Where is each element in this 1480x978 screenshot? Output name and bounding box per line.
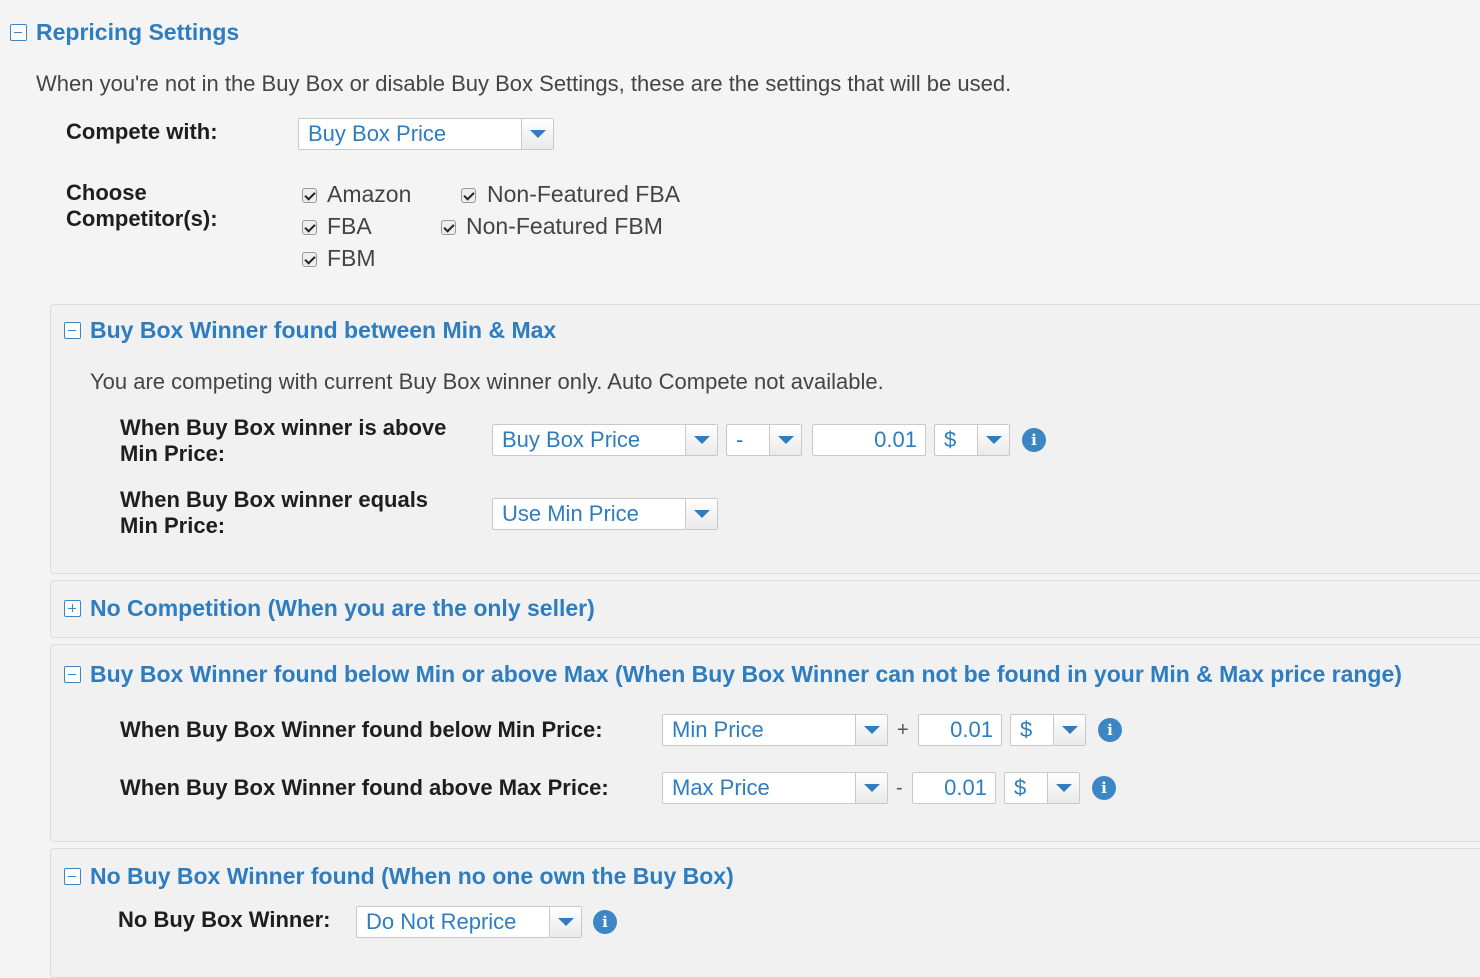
equals-min-value: Use Min Price — [502, 501, 639, 526]
checkbox-label-fba: FBA — [327, 213, 372, 239]
chevron-down-icon — [855, 773, 887, 803]
above-max-price-value: Max Price — [672, 775, 770, 800]
repricing-description: When you're not in the Buy Box or disabl… — [36, 71, 1012, 96]
below-min-price-select[interactable]: Min Price — [662, 714, 888, 746]
collapse-icon[interactable] — [64, 666, 81, 683]
above-min-price-select[interactable]: Buy Box Price — [492, 424, 718, 456]
checkbox-non-featured-fba[interactable] — [461, 188, 476, 203]
above-max-label: When Buy Box Winner found above Max Pric… — [120, 775, 609, 800]
checkbox-label-non-featured-fbm: Non-Featured FBM — [466, 213, 663, 239]
above-min-unit-select[interactable]: $ — [934, 424, 1010, 456]
expand-icon[interactable] — [64, 600, 81, 617]
no-winner-value: Do Not Reprice — [366, 909, 517, 934]
chevron-down-icon — [1047, 773, 1079, 803]
checkbox-label-fbm: FBM — [327, 245, 376, 271]
section-title-outside-range[interactable]: Buy Box Winner found below Min or above … — [90, 660, 1402, 688]
above-max-unit-select[interactable]: $ — [1004, 772, 1080, 804]
above-max-amount-input[interactable]: 0.01 — [912, 772, 996, 804]
above-min-label-line2: Min Price: — [120, 441, 226, 466]
compete-with-value: Buy Box Price — [308, 121, 447, 146]
collapse-icon[interactable] — [10, 24, 27, 41]
section-title-between[interactable]: Buy Box Winner found between Min & Max — [90, 316, 556, 344]
below-min-price-value: Min Price — [672, 717, 764, 742]
above-min-operator-select[interactable]: - — [726, 424, 802, 456]
above-min-unit-value: $ — [944, 427, 957, 452]
checkbox-label-non-featured-fba: Non-Featured FBA — [487, 181, 681, 207]
info-icon[interactable]: i — [1092, 776, 1116, 800]
checkbox-amazon[interactable] — [302, 188, 317, 203]
chevron-down-icon — [1053, 715, 1085, 745]
equals-min-label-line2: Min Price: — [120, 513, 226, 538]
chevron-down-icon — [685, 499, 717, 529]
checkbox-fbm[interactable] — [302, 252, 317, 267]
above-min-amount-input[interactable]: 0.01 — [812, 424, 926, 456]
equals-min-select[interactable]: Use Min Price — [492, 498, 718, 530]
chevron-down-icon — [685, 425, 717, 455]
chevron-down-icon — [977, 425, 1009, 455]
below-min-unit-select[interactable]: $ — [1010, 714, 1086, 746]
chevron-down-icon — [521, 119, 553, 149]
between-description: You are competing with current Buy Box w… — [90, 369, 884, 394]
collapse-icon[interactable] — [64, 868, 81, 885]
section-title-no-competition[interactable]: No Competition (When you are the only se… — [90, 594, 595, 622]
choose-competitors-label: Choose — [66, 180, 147, 205]
above-max-price-select[interactable]: Max Price — [662, 772, 888, 804]
choose-competitors-label-line2: Competitor(s): — [66, 206, 218, 231]
info-icon[interactable]: i — [1022, 428, 1046, 452]
above-min-label: When Buy Box winner is above — [120, 415, 447, 440]
chevron-down-icon — [855, 715, 887, 745]
checkbox-fba[interactable] — [302, 220, 317, 235]
below-min-unit-value: $ — [1020, 717, 1033, 742]
above-max-unit-value: $ — [1014, 775, 1027, 800]
chevron-down-icon — [549, 907, 581, 937]
below-min-amount-input[interactable]: 0.01 — [918, 714, 1002, 746]
no-winner-select[interactable]: Do Not Reprice — [356, 906, 582, 938]
above-min-price-value: Buy Box Price — [502, 427, 641, 452]
no-winner-label: No Buy Box Winner: — [118, 907, 331, 932]
below-min-operator: + — [897, 719, 909, 741]
above-min-operator-value: - — [736, 427, 744, 452]
info-icon[interactable]: i — [593, 910, 617, 934]
section-title-repricing-settings[interactable]: Repricing Settings — [36, 18, 239, 46]
compete-with-label: Compete with: — [66, 119, 218, 144]
checkbox-non-featured-fbm[interactable] — [441, 220, 456, 235]
equals-min-label: When Buy Box winner equals — [120, 487, 429, 512]
chevron-down-icon — [769, 425, 801, 455]
compete-with-select[interactable]: Buy Box Price — [298, 118, 554, 150]
collapse-icon[interactable] — [64, 322, 81, 339]
info-icon[interactable]: i — [1098, 718, 1122, 742]
below-min-label: When Buy Box Winner found below Min Pric… — [120, 717, 603, 742]
checkbox-label-amazon: Amazon — [327, 181, 412, 207]
above-max-operator: - — [896, 777, 903, 799]
section-title-no-winner[interactable]: No Buy Box Winner found (When no one own… — [90, 862, 734, 890]
